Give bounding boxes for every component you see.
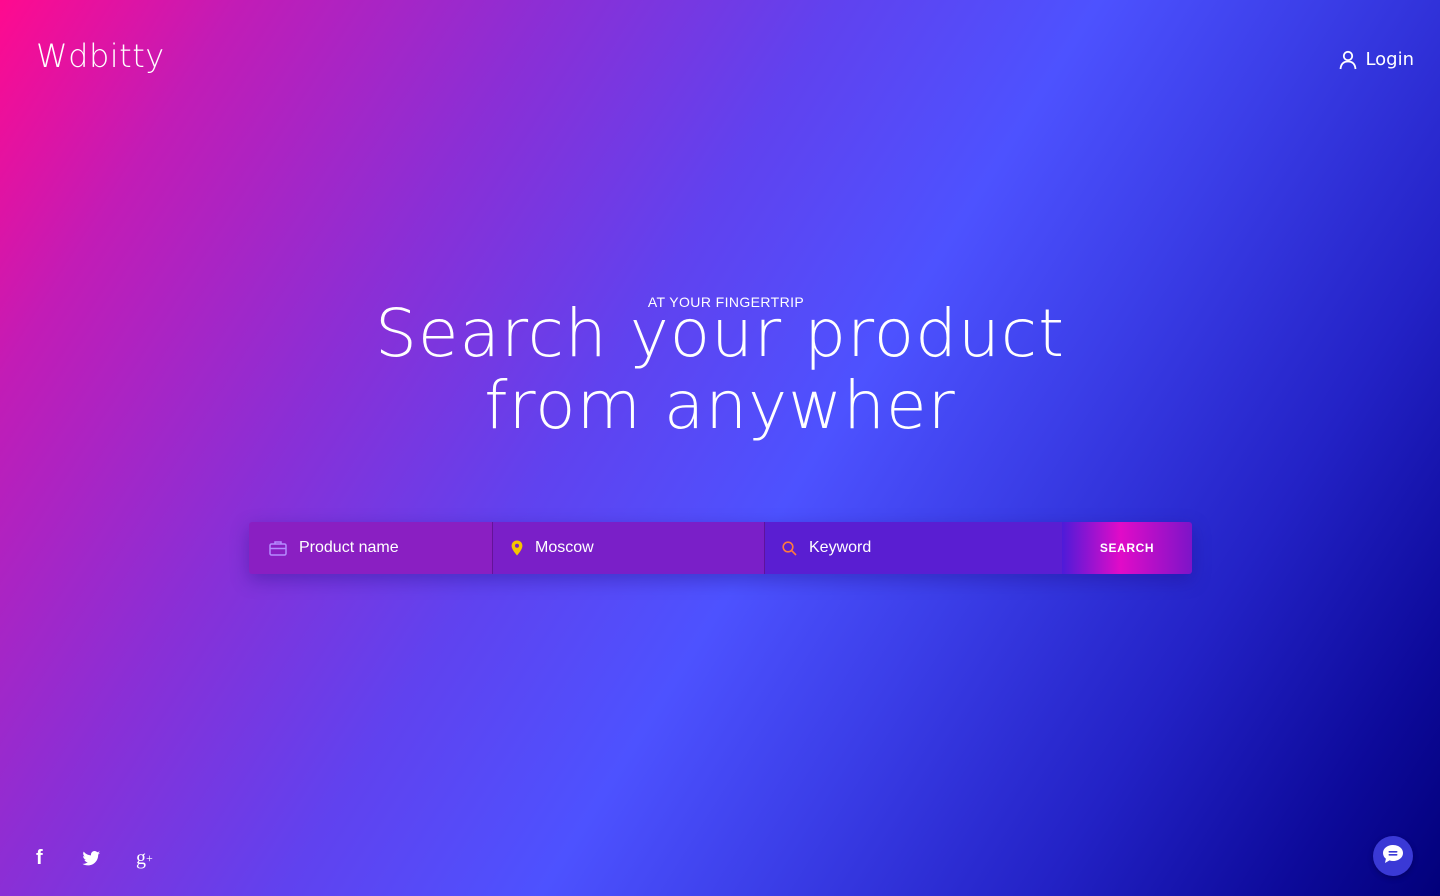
facebook-icon[interactable]: f xyxy=(32,846,82,870)
product-name-field[interactable]: Product name xyxy=(249,522,493,574)
hero-headline-line2: from anywher xyxy=(484,367,956,444)
chat-bubble-icon xyxy=(1382,844,1404,868)
google-plus-icon[interactable]: g + xyxy=(132,846,186,870)
location-value: Moscow xyxy=(535,539,594,556)
chat-button[interactable] xyxy=(1373,836,1413,876)
logo[interactable]: Wdbitty xyxy=(36,36,165,76)
briefcase-icon xyxy=(269,540,287,556)
login-link[interactable]: Login xyxy=(1339,46,1414,74)
keyword-field[interactable]: Keyword xyxy=(765,522,1062,574)
keyword-placeholder: Keyword xyxy=(809,539,872,556)
location-field[interactable]: Moscow xyxy=(493,522,765,574)
hero-headline-line1: Search your product xyxy=(375,295,1065,372)
search-bar: Product name Moscow Keyword SEARCH xyxy=(249,522,1192,574)
location-pin-icon xyxy=(511,540,523,556)
twitter-icon[interactable] xyxy=(82,846,132,870)
hero-headline: Search your product from anywher xyxy=(0,298,1440,442)
product-name-placeholder: Product name xyxy=(299,539,399,556)
social-links: f g + xyxy=(32,846,186,870)
login-label: Login xyxy=(1365,49,1414,70)
search-icon xyxy=(782,540,797,556)
user-icon xyxy=(1339,50,1357,70)
search-button[interactable]: SEARCH xyxy=(1062,522,1192,574)
